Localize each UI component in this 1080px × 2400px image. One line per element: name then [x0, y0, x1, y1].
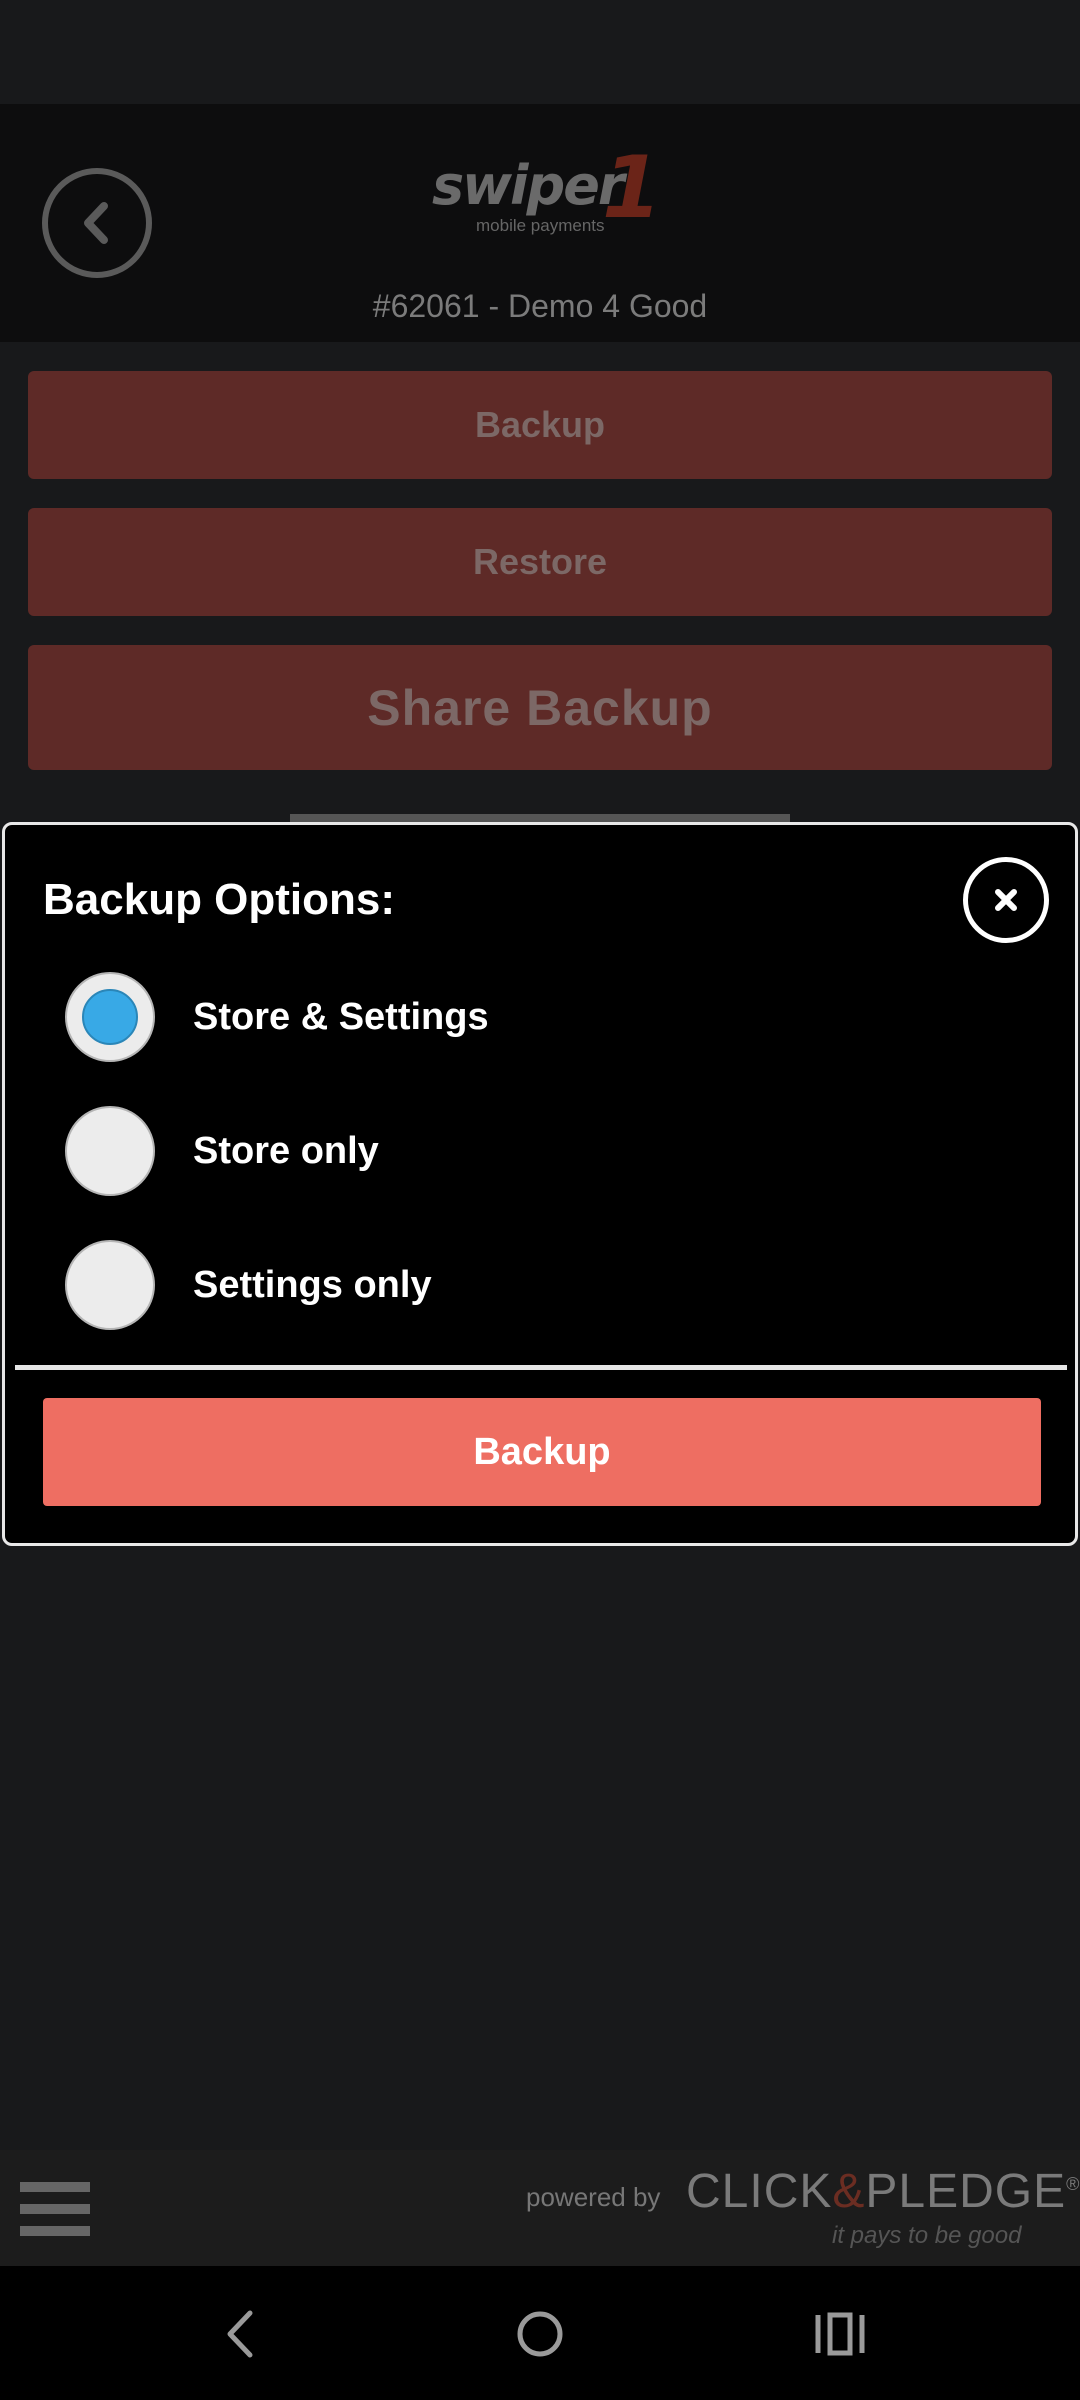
nav-recents-button[interactable] — [800, 2294, 880, 2374]
backup-options-dialog: Backup Options: Store & Settings Store o… — [2, 822, 1078, 1546]
chevron-left-icon — [84, 202, 108, 244]
swiper-logo: swiper 1 mobile payments — [432, 138, 662, 244]
close-icon — [995, 889, 1017, 911]
chevron-left-icon — [227, 2310, 253, 2358]
logo-subtitle: mobile payments — [476, 216, 605, 235]
option-label: Store only — [193, 1129, 379, 1172]
recents-icon — [815, 2312, 865, 2356]
option-store-and-settings[interactable]: Store & Settings — [65, 971, 665, 1063]
dialog-divider — [15, 1365, 1067, 1370]
radio-store-only[interactable] — [65, 1106, 155, 1196]
back-button[interactable] — [42, 168, 152, 278]
click-and-pledge-logo: CLICK&PLEDGE® — [686, 2164, 1080, 2219]
nav-home-button[interactable] — [500, 2294, 580, 2374]
brand-left: CLICK — [686, 2165, 833, 2218]
option-label: Settings only — [193, 1263, 432, 1306]
radio-settings-only[interactable] — [65, 1240, 155, 1330]
system-nav-bar — [0, 2266, 1080, 2400]
radio-selected-dot — [82, 989, 138, 1045]
home-circle-icon — [517, 2311, 563, 2357]
menu-icon[interactable] — [20, 2182, 90, 2236]
brand-right: PLEDGE — [865, 2165, 1067, 2218]
close-button[interactable] — [963, 857, 1049, 943]
dialog-title: Backup Options: — [43, 875, 396, 924]
account-label: #62061 - Demo 4 Good — [372, 288, 708, 324]
backup-page-button: Backup — [28, 371, 1052, 479]
powered-by-label: powered by — [526, 2182, 661, 2212]
brand-tagline: it pays to be good — [832, 2222, 1022, 2249]
logo-word: swiper — [432, 154, 624, 217]
brand-registered-mark: ® — [1066, 2174, 1080, 2194]
option-settings-only[interactable]: Settings only — [65, 1239, 665, 1331]
background-divider — [290, 814, 790, 822]
nav-back-button[interactable] — [200, 2294, 280, 2374]
status-bar — [0, 0, 1080, 104]
share-backup-page-button: Share Backup — [28, 645, 1052, 770]
radio-store-and-settings[interactable] — [65, 972, 155, 1062]
restore-page-button: Restore — [28, 508, 1052, 616]
logo-numeral: 1 — [602, 138, 662, 238]
backup-button[interactable]: Backup — [43, 1398, 1041, 1506]
app-header: swiper 1 mobile payments #62061 - Demo 4… — [0, 104, 1080, 342]
option-store-only[interactable]: Store only — [65, 1105, 665, 1197]
option-label: Store & Settings — [193, 995, 489, 1038]
brand-amp: & — [832, 2165, 866, 2218]
footer: powered by CLICK&PLEDGE® it pays to be g… — [0, 2150, 1080, 2266]
